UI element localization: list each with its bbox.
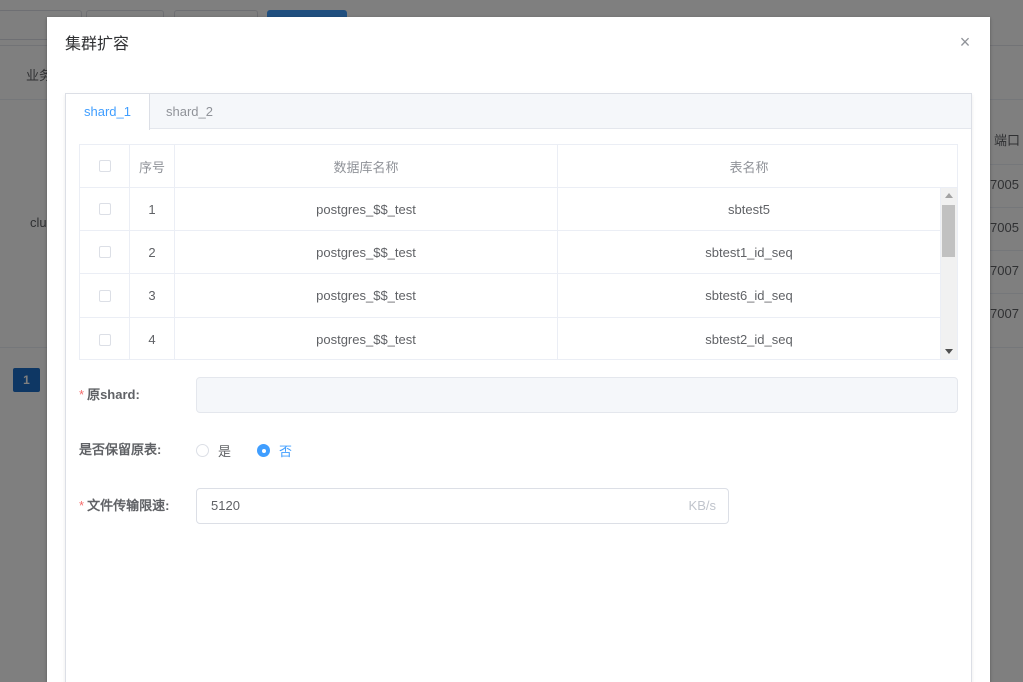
rate-limit-unit: KB/s: [688, 498, 716, 513]
table-header-row: 序号 数据库名称 表名称: [80, 145, 941, 188]
scroll-up-arrow-icon[interactable]: [945, 193, 953, 198]
row-select-cell: [80, 274, 130, 317]
row-select-cell: [80, 231, 130, 273]
source-shard-label-text: 原shard:: [87, 387, 140, 402]
row-select-cell: [80, 318, 130, 359]
row-index: 1: [130, 188, 175, 230]
shard-tabs: shard_1 shard_2 序号 数据库名称 表名称 1 postgres_…: [65, 93, 972, 682]
rate-limit-value: 5120: [211, 498, 240, 513]
header-index: 序号: [130, 145, 175, 187]
scroll-down-arrow-icon[interactable]: [945, 349, 953, 354]
radio-label: 否: [279, 444, 293, 459]
radio-dot: [196, 444, 209, 457]
rate-limit-input[interactable]: 5120 KB/s: [196, 488, 729, 524]
row-database: postgres_$$_test: [175, 231, 558, 273]
tables-table: 序号 数据库名称 表名称 1 postgres_$$_test sbtest5 …: [79, 144, 958, 360]
radio-keep-no[interactable]: 否: [257, 441, 292, 460]
cluster-expand-dialog: 集群扩容 × shard_1 shard_2 序号 数据库名称 表名称 1 po…: [47, 17, 990, 682]
dialog-header: 集群扩容 ×: [47, 17, 990, 73]
close-icon[interactable]: ×: [958, 33, 972, 51]
row-database: postgres_$$_test: [175, 274, 558, 317]
radio-label: 是: [218, 444, 232, 459]
scrollbar-gutter: [940, 145, 957, 188]
row-table: sbtest1_id_seq: [558, 231, 941, 273]
row-database: postgres_$$_test: [175, 188, 558, 230]
table-row: 4 postgres_$$_test sbtest2_id_seq: [80, 318, 941, 359]
rate-limit-label: * 文件传输限速:: [79, 498, 169, 514]
header-table-name: 表名称: [558, 145, 941, 187]
source-shard-input[interactable]: [196, 377, 958, 413]
rate-limit-label-text: 文件传输限速:: [87, 498, 170, 513]
header-database-name: 数据库名称: [175, 145, 558, 187]
tab-shard-2[interactable]: shard_2: [148, 94, 231, 129]
row-checkbox[interactable]: [98, 246, 111, 258]
radio-keep-yes[interactable]: 是: [196, 441, 231, 460]
row-select-cell: [80, 188, 130, 230]
source-shard-label: * 原shard:: [79, 387, 140, 403]
row-index: 4: [130, 318, 175, 359]
select-all-checkbox[interactable]: [98, 160, 111, 172]
row-index: 3: [130, 274, 175, 317]
required-asterisk: *: [79, 498, 85, 513]
row-table: sbtest6_id_seq: [558, 274, 941, 317]
row-index: 2: [130, 231, 175, 273]
row-table: sbtest2_id_seq: [558, 318, 941, 359]
radio-dot: [257, 444, 270, 457]
row-table: sbtest5: [558, 188, 941, 230]
row-database: postgres_$$_test: [175, 318, 558, 359]
row-checkbox[interactable]: [98, 203, 111, 215]
row-checkbox[interactable]: [98, 333, 111, 346]
scrollbar-thumb[interactable]: [942, 205, 955, 257]
required-asterisk: *: [79, 387, 85, 402]
tabs-header: shard_1 shard_2: [66, 94, 971, 130]
dialog-title: 集群扩容: [65, 36, 130, 53]
table-row: 2 postgres_$$_test sbtest1_id_seq: [80, 231, 941, 274]
tab-shard-1[interactable]: shard_1: [66, 94, 150, 130]
row-checkbox[interactable]: [98, 289, 111, 302]
table-row: 3 postgres_$$_test sbtest6_id_seq: [80, 274, 941, 318]
header-select-cell: [80, 145, 130, 187]
table-row: 1 postgres_$$_test sbtest5: [80, 188, 941, 231]
keep-table-label: 是否保留原表:: [79, 442, 162, 457]
